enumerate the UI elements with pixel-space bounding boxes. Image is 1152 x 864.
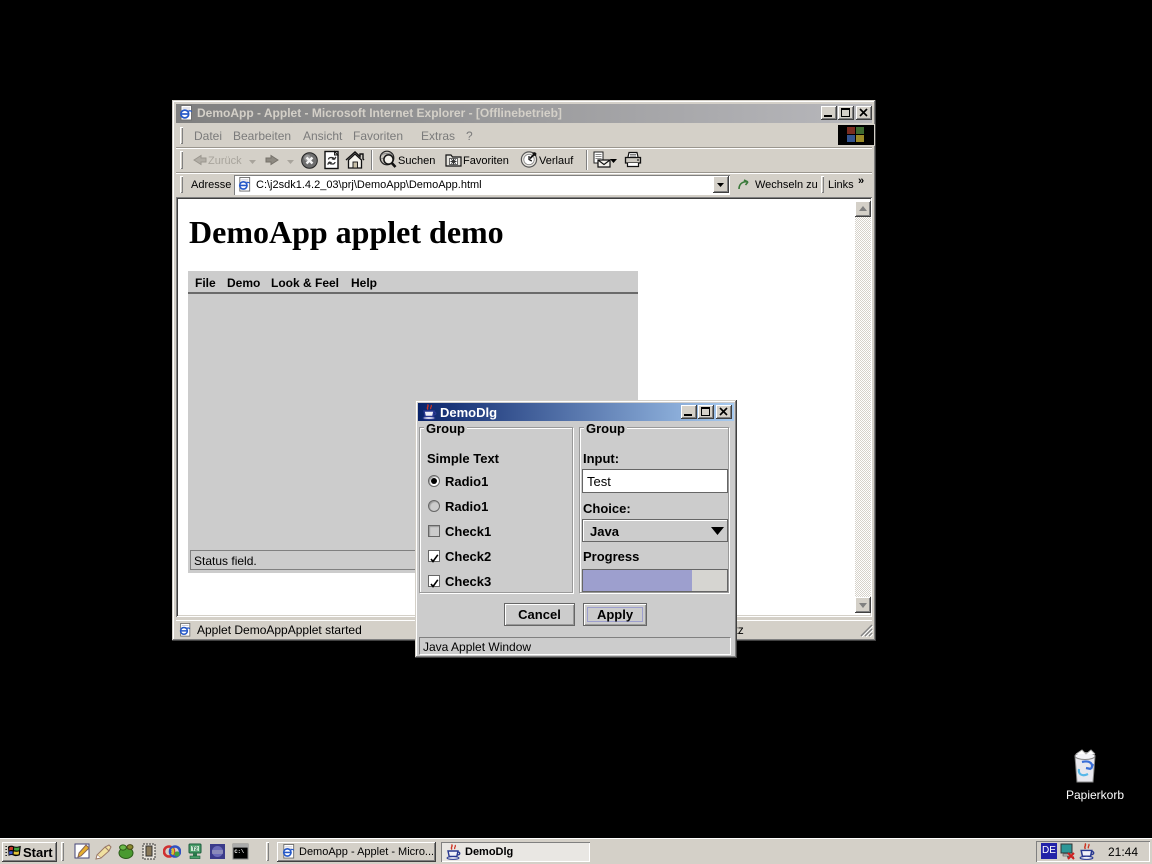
svg-text:C:\: C:\ bbox=[234, 849, 244, 855]
svg-text:T2: T2 bbox=[192, 847, 198, 853]
